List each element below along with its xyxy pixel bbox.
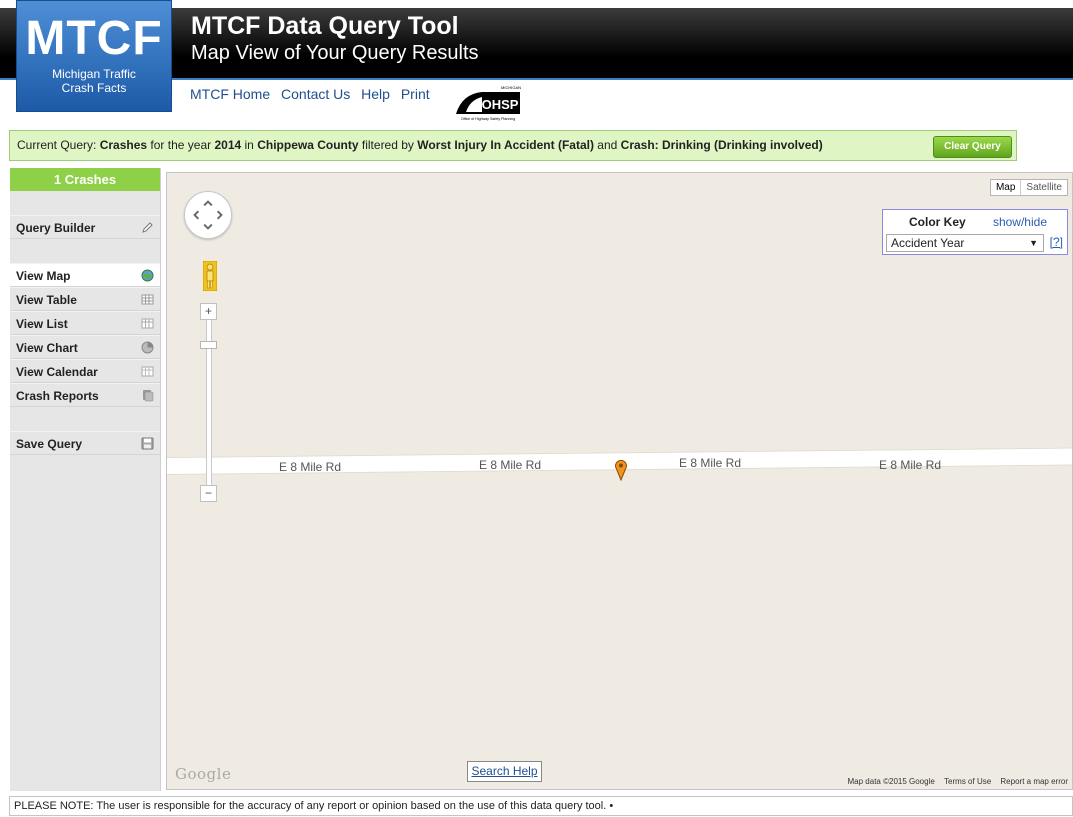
query-year: 2014 <box>214 138 242 152</box>
logo-subtitle: Michigan Traffic Crash Facts <box>17 67 171 95</box>
zoom-slider-track[interactable] <box>206 303 212 493</box>
globe-icon <box>141 269 154 282</box>
sidebar: 1 Crashes Query Builder View Map View Ta… <box>10 168 161 791</box>
color-key-select[interactable]: Accident Year ▼ <box>886 234 1044 252</box>
logo-sub-line2: Crash Facts <box>61 81 127 95</box>
ohsp-mark-text: OHSP <box>482 97 519 112</box>
map-type-satellite-button[interactable]: Satellite <box>1021 180 1067 195</box>
clear-query-button[interactable]: Clear Query <box>933 136 1012 158</box>
crashes-count-badge: 1 Crashes <box>10 168 160 191</box>
google-logo[interactable]: Google <box>175 765 231 783</box>
map-attribution: Map data ©2015 Google Terms of Use Repor… <box>841 777 1068 786</box>
road-label: E 8 Mile Rd <box>479 458 542 472</box>
road-label: E 8 Mile Rd <box>679 456 742 470</box>
street-view-pegman-icon[interactable] <box>203 261 217 291</box>
color-key-help-link[interactable]: [?] <box>1050 235 1063 249</box>
ohsp-top-text: MICHIGAN <box>501 85 521 90</box>
sidebar-item-view-calendar[interactable]: View Calendar <box>10 359 160 383</box>
color-key-title: Color Key <box>909 215 966 229</box>
footer-disclaimer: PLEASE NOTE: The user is responsible for… <box>9 796 1073 816</box>
current-query-bar: Current Query: Crashes for the year 2014… <box>9 130 1017 161</box>
sidebar-item-label: Crash Reports <box>16 389 99 403</box>
query-filter-2: Crash: Drinking (Drinking involved) <box>620 138 823 152</box>
query-prefix: Current Query: <box>17 138 97 152</box>
dropdown-arrow-icon: ▼ <box>1029 238 1038 248</box>
zoom-out-button[interactable]: − <box>200 485 217 502</box>
query-text-4: and <box>597 138 618 152</box>
terms-of-use-link[interactable]: Terms of Use <box>944 777 991 786</box>
nav-home-link[interactable]: MTCF Home <box>190 86 270 102</box>
reports-icon <box>143 390 154 402</box>
query-filter-1: Worst Injury In Accident (Fatal) <box>417 138 594 152</box>
crash-marker-icon[interactable] <box>614 459 628 481</box>
nav-contact-link[interactable]: Contact Us <box>281 86 350 102</box>
sidebar-item-label: View Chart <box>16 341 78 355</box>
save-disk-icon <box>141 437 154 450</box>
road-label: E 8 Mile Rd <box>279 460 342 474</box>
report-map-error-link[interactable]: Report a map error <box>1000 777 1068 786</box>
sidebar-item-view-map[interactable]: View Map <box>10 263 160 287</box>
sidebar-item-label: View Table <box>16 293 77 307</box>
map-type-control: Map Satellite <box>989 179 1068 196</box>
color-key-panel: Color Key show/hide Accident Year ▼ [?] <box>882 209 1068 255</box>
sidebar-item-label: View Map <box>16 269 71 283</box>
logo-main-text: MTCF <box>25 12 163 65</box>
query-county: Chippewa County <box>257 138 359 152</box>
mtcf-logo[interactable]: MTCF Michigan Traffic Crash Facts <box>16 0 172 112</box>
map-data-credit: Map data ©2015 Google <box>847 777 935 786</box>
table-icon <box>141 294 154 305</box>
top-nav: MTCF Home Contact Us Help Print <box>190 86 437 102</box>
calendar-icon <box>141 366 154 377</box>
query-text-1: for the year <box>150 138 212 152</box>
list-icon <box>141 318 154 329</box>
nav-help-link[interactable]: Help <box>361 86 390 102</box>
zoom-slider-handle[interactable] <box>200 341 217 349</box>
road-label: E 8 Mile Rd <box>879 458 942 472</box>
pencil-icon <box>142 222 153 233</box>
sidebar-item-view-list[interactable]: View List <box>10 311 160 335</box>
sidebar-item-label: View Calendar <box>16 365 98 379</box>
sidebar-item-label: View List <box>16 317 68 331</box>
sidebar-item-save-query[interactable]: Save Query <box>10 431 160 455</box>
pan-control-icon[interactable] <box>184 191 232 239</box>
sidebar-item-view-chart[interactable]: View Chart <box>10 335 160 359</box>
sidebar-item-query-builder[interactable]: Query Builder <box>10 215 160 239</box>
sidebar-item-label: Save Query <box>16 437 83 451</box>
sidebar-item-label: Query Builder <box>16 221 96 235</box>
sidebar-item-view-table[interactable]: View Table <box>10 287 160 311</box>
zoom-in-button[interactable]: + <box>200 303 217 320</box>
pie-chart-icon <box>141 341 154 354</box>
color-key-show-hide-link[interactable]: show/hide <box>993 215 1047 229</box>
logo-sub-line1: Michigan Traffic <box>52 67 136 81</box>
ohsp-caption-text: Office of Highway Safety Planning <box>461 117 515 121</box>
nav-print-link[interactable]: Print <box>401 86 430 102</box>
crash-map[interactable]: E 8 Mile Rd E 8 Mile Rd E 8 Mile Rd E 8 … <box>166 172 1073 790</box>
ohsp-logo-icon[interactable]: MICHIGAN OHSP Office of Highway Safety P… <box>452 84 524 122</box>
search-help-button[interactable]: Search Help <box>467 761 542 782</box>
app-subtitle: Map View of Your Query Results <box>191 42 479 64</box>
app-title: MTCF Data Query Tool <box>191 12 459 40</box>
query-subject: Crashes <box>99 138 148 152</box>
color-key-select-value: Accident Year <box>891 236 965 250</box>
query-text-3: filtered by <box>361 138 414 152</box>
sidebar-item-crash-reports[interactable]: Crash Reports <box>10 383 160 407</box>
query-text-2: in <box>244 138 254 152</box>
map-type-map-button[interactable]: Map <box>991 180 1022 195</box>
